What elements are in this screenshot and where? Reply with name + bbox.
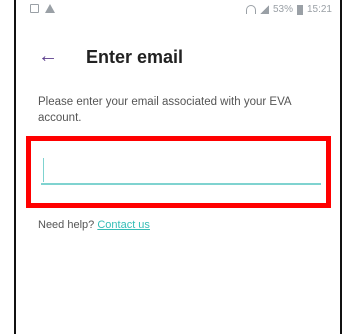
warning-icon [45,4,55,13]
right-border [340,0,342,334]
page-title: Enter email [86,47,184,67]
help-row: Need help? Contact us [38,219,150,231]
app-bar: ← Enter email [16,40,340,72]
signal-icon [259,5,269,14]
text-caret [43,158,44,182]
status-bar: 53% 15:21 [16,0,340,22]
contact-us-link[interactable]: Contact us [97,219,150,231]
left-background [0,0,14,334]
image-icon [30,4,39,13]
email-input[interactable] [41,155,321,185]
instruction-text: Please enter your email associated with … [38,96,291,124]
status-time: 15:21 [306,4,332,15]
battery-icon [296,4,303,15]
arrow-left-icon[interactable]: ← [38,46,58,66]
help-prefix: Need help? [38,219,95,231]
status-left [30,4,55,13]
phone-screen: 53% 15:21 ← Enter email Please enter you… [16,0,340,334]
battery-percent: 53% [272,4,293,15]
status-right: 53% 15:21 [245,4,332,15]
wifi-icon [245,5,256,14]
